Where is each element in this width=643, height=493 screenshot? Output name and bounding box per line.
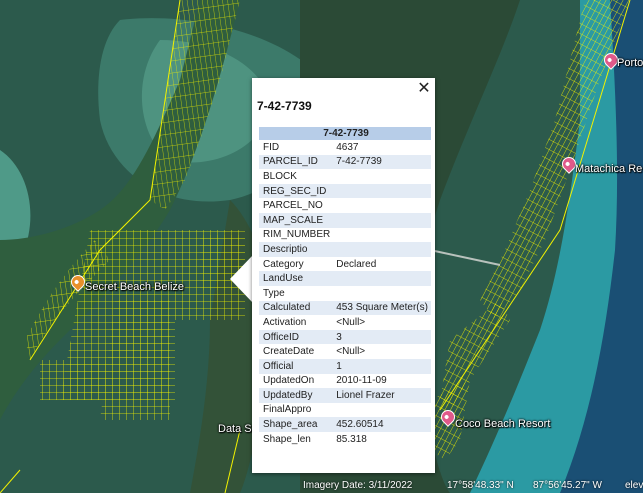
field-name: Shape_area xyxy=(259,417,333,432)
field-value: 7-42-7739 xyxy=(332,154,431,170)
table-row: Category Declared xyxy=(259,257,431,272)
attribute-table: 7-42-7739 FID 4637 PARCEL_ID 7-42-7739 BLOCK… xyxy=(259,127,431,446)
elevation-label: elev xyxy=(625,480,643,491)
field-value xyxy=(332,403,431,418)
field-name: FinalAppro xyxy=(263,404,312,416)
field-name: MAP_SCALE xyxy=(259,212,333,228)
field-name: Type xyxy=(263,287,285,299)
field-value: Declared xyxy=(336,258,377,270)
field-name: Category xyxy=(263,258,304,270)
table-row: CreateDate <Null> xyxy=(259,344,431,359)
field-name: Descriptio xyxy=(259,242,333,257)
place-label-portofino[interactable]: Porto xyxy=(617,57,643,69)
place-label-matachica[interactable]: Matachica Re xyxy=(575,163,642,175)
field-value xyxy=(332,228,431,243)
popup-pointer xyxy=(230,255,253,303)
field-name: UpdatedBy xyxy=(259,388,333,403)
table-row: RIM_NUMBER xyxy=(259,228,431,243)
field-name: PARCEL_ID xyxy=(259,154,333,170)
field-name: PARCEL_NO xyxy=(263,200,323,212)
table-row: PARCEL_NO xyxy=(259,198,431,213)
table-row: UpdatedOn 2010-11-09 xyxy=(259,374,431,389)
field-name: Official xyxy=(259,358,333,374)
place-label-secret-beach[interactable]: Secret Beach Belize xyxy=(85,281,184,293)
field-value xyxy=(332,183,431,199)
field-name: CreateDate xyxy=(263,346,315,358)
table-row: UpdatedBy Lionel Frazer xyxy=(259,388,431,403)
place-label-coco-beach[interactable]: Coco Beach Resort xyxy=(455,418,550,430)
field-value xyxy=(332,242,431,257)
field-name: LandUse xyxy=(259,271,333,286)
field-value xyxy=(332,271,431,286)
field-value xyxy=(332,212,431,228)
field-value: 85.318 xyxy=(336,433,367,445)
field-name: RIM_NUMBER xyxy=(263,229,331,241)
field-value: 3 xyxy=(332,329,431,345)
field-value: 4637 xyxy=(336,141,359,153)
field-name: Activation xyxy=(263,316,307,328)
field-value: 2010-11-09 xyxy=(336,375,387,387)
table-row: Shape_area 452.60514 xyxy=(259,417,431,432)
imagery-date: Imagery Date: 3/11/2022 xyxy=(303,480,413,491)
field-value xyxy=(332,198,431,213)
field-value: <Null> xyxy=(336,346,366,358)
table-row: BLOCK xyxy=(259,169,431,184)
table-row: REG_SEC_ID xyxy=(259,183,431,199)
data-source-label: Data S xyxy=(218,423,252,435)
field-value: <Null> xyxy=(336,316,366,328)
latitude-readout: 17°58'48.33" N xyxy=(447,480,514,491)
field-value: 452.60514 xyxy=(332,417,431,432)
table-row: Shape_len 85.318 xyxy=(259,432,431,447)
table-row: Descriptio xyxy=(259,242,431,257)
field-value xyxy=(332,286,431,301)
field-name: OfficeID xyxy=(259,329,333,345)
table-row: Official 1 xyxy=(259,358,431,374)
table-row: Activation <Null> xyxy=(259,315,431,330)
table-row: OfficeID 3 xyxy=(259,329,431,345)
close-icon[interactable]: ✕ xyxy=(415,80,433,98)
field-name: BLOCK xyxy=(263,170,297,182)
table-row: FID 4637 xyxy=(259,140,431,155)
field-name: REG_SEC_ID xyxy=(259,183,333,199)
field-value: 453 Square Meter(s) xyxy=(332,300,431,316)
table-row: LandUse xyxy=(259,271,431,286)
table-row: MAP_SCALE xyxy=(259,212,431,228)
table-row: PARCEL_ID 7-42-7739 xyxy=(259,154,431,170)
field-name: FID xyxy=(263,141,280,153)
table-row: Type xyxy=(259,286,431,301)
field-name: Shape_len xyxy=(263,433,311,445)
table-row: FinalAppro xyxy=(259,403,431,418)
field-value: Lionel Frazer xyxy=(332,388,431,403)
popup-title: 7-42-7739 xyxy=(257,99,312,113)
field-name: UpdatedOn xyxy=(263,375,315,387)
feature-info-popup: ✕ 7-42-7739 7-42-7739 FID 4637 PARCEL_ID 7-… xyxy=(252,78,435,473)
table-row: Calculated 453 Square Meter(s) xyxy=(259,300,431,316)
status-footer: Imagery Date: 3/11/2022 17°58'48.33" N 8… xyxy=(0,479,643,493)
field-value: 1 xyxy=(332,358,431,374)
field-value xyxy=(332,169,431,184)
field-name: Calculated xyxy=(259,300,333,316)
longitude-readout: 87°56'45.27" W xyxy=(533,480,602,491)
table-header-row: 7-42-7739 xyxy=(259,127,431,140)
table-header: 7-42-7739 xyxy=(259,127,431,140)
